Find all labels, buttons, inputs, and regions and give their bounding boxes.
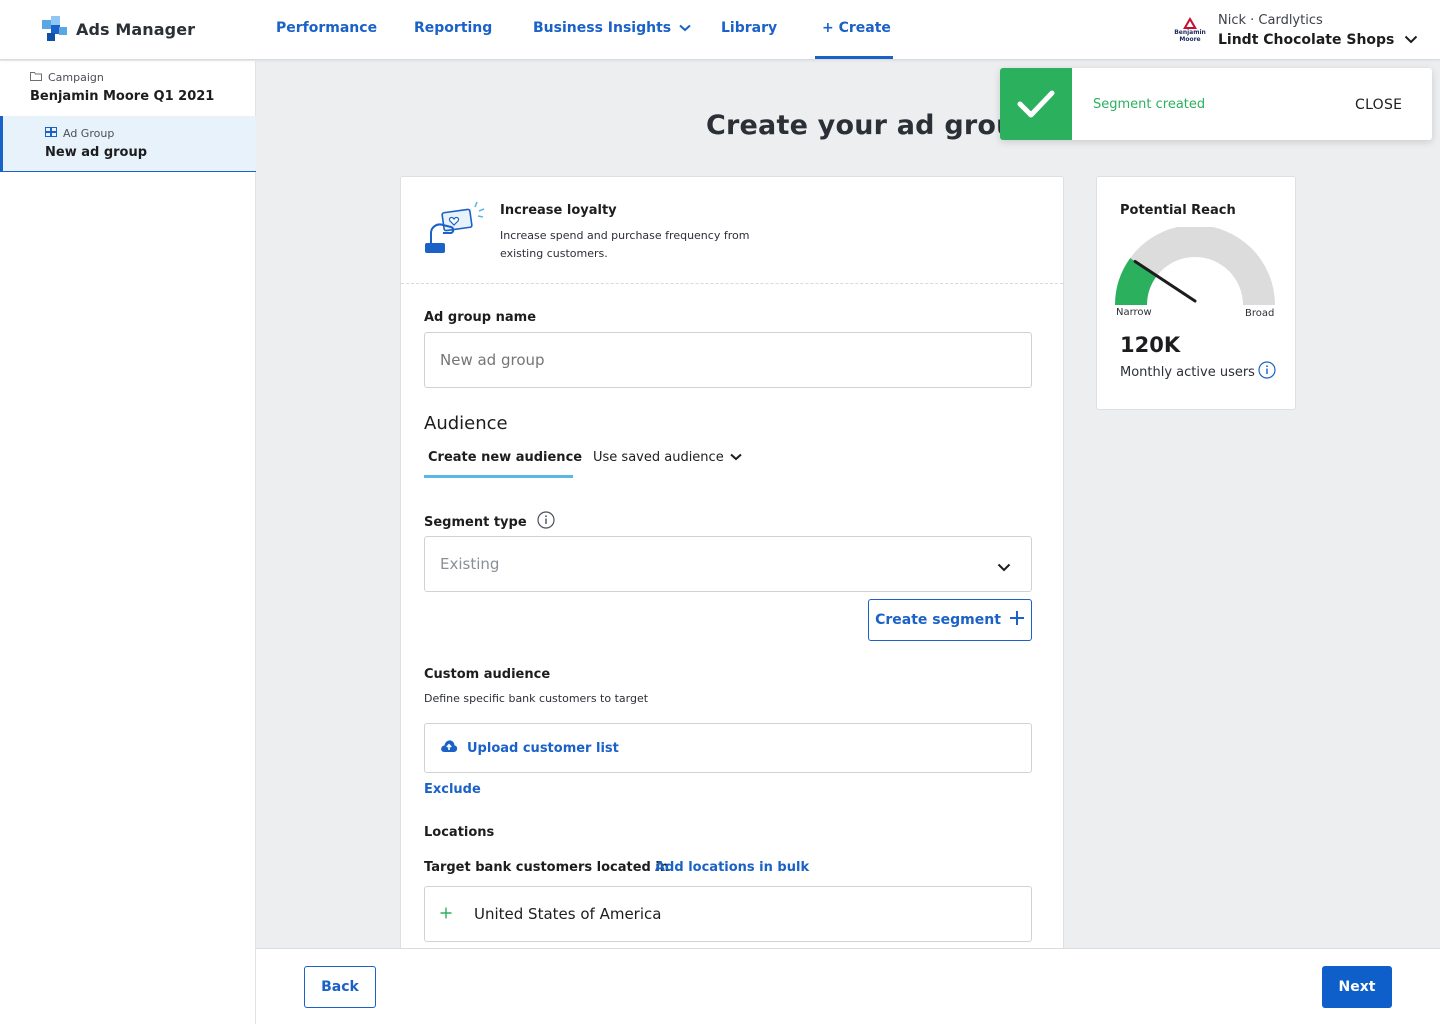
back-button[interactable]: Back bbox=[304, 966, 376, 1008]
goal-title: Increase loyalty bbox=[500, 203, 617, 218]
reach-value: 120K bbox=[1120, 333, 1181, 357]
next-button[interactable]: Next bbox=[1322, 966, 1392, 1008]
active-tab-indicator bbox=[424, 475, 573, 478]
top-navigation-bar: Ads Manager Performance Reporting Busine… bbox=[0, 0, 1440, 60]
sidebar-adgroup-label: Ad Group bbox=[63, 127, 115, 140]
reach-gauge bbox=[1115, 227, 1275, 305]
location-item[interactable]: United States of America bbox=[424, 886, 1032, 942]
segment-type-select[interactable]: Existing bbox=[424, 536, 1032, 592]
chevron-down-icon bbox=[679, 20, 691, 36]
add-locations-in-bulk-link[interactable]: Add locations in bulk bbox=[655, 860, 809, 875]
sidebar-campaign-name: Benjamin Moore Q1 2021 bbox=[30, 89, 215, 104]
create-segment-button[interactable]: Create segment bbox=[868, 599, 1032, 641]
tab-create-new-audience[interactable]: Create new audience bbox=[428, 450, 582, 465]
sidebar-item-ad-group[interactable]: Ad Group New ad group bbox=[0, 116, 256, 172]
nav-business-insights-label: Business Insights bbox=[533, 20, 672, 36]
reach-title: Potential Reach bbox=[1120, 203, 1236, 218]
page-title: Create your ad group bbox=[706, 110, 1036, 141]
sidebar-item-campaign[interactable]: Campaign Benjamin Moore Q1 2021 bbox=[0, 61, 256, 116]
ads-manager-logo-icon bbox=[42, 16, 68, 42]
target-customers-label: Target bank customers located in bbox=[424, 860, 670, 875]
account-name: Lindt Chocolate Shops bbox=[1218, 31, 1395, 48]
segment-type-label-row: Segment type bbox=[424, 511, 555, 533]
segment-type-label: Segment type bbox=[424, 514, 527, 530]
grid-icon bbox=[45, 127, 57, 140]
nav-performance-label: Performance bbox=[276, 20, 378, 36]
nav-reporting-label: Reporting bbox=[414, 20, 493, 36]
sidebar: Campaign Benjamin Moore Q1 2021 Ad Group… bbox=[0, 61, 256, 1024]
gauge-narrow-label: Narrow bbox=[1116, 307, 1152, 318]
logo-text-2: Moore bbox=[1179, 36, 1201, 43]
potential-reach-card: Potential Reach Narrow Broad 120K Monthl… bbox=[1096, 176, 1296, 410]
create-segment-label: Create segment bbox=[875, 612, 1001, 628]
app-logo[interactable]: Ads Manager bbox=[42, 16, 195, 42]
goal-description: Increase spend and purchase frequency fr… bbox=[500, 229, 750, 260]
campaign-goal-header: Increase loyalty Increase spend and purc… bbox=[401, 177, 1063, 284]
upload-customer-list-label: Upload customer list bbox=[467, 740, 619, 756]
chevron-down-icon bbox=[730, 450, 742, 465]
chevron-down-icon bbox=[997, 558, 1011, 576]
nav-performance[interactable]: Performance bbox=[276, 20, 377, 36]
audience-heading: Audience bbox=[424, 413, 508, 434]
gauge-broad-label: Broad bbox=[1245, 308, 1275, 319]
folder-icon bbox=[30, 71, 42, 84]
account-user: Nick · Cardlytics bbox=[1218, 12, 1323, 28]
plus-icon bbox=[1009, 610, 1025, 630]
tab-use-saved-audience-label: Use saved audience bbox=[593, 450, 724, 465]
logo-text-1: Benjamin bbox=[1174, 29, 1206, 36]
exclude-link[interactable]: Exclude bbox=[424, 782, 481, 797]
plus-icon[interactable] bbox=[440, 905, 452, 923]
account-switcher[interactable]: Benjamin Moore Nick · Cardlytics Lindt C… bbox=[1172, 12, 1418, 48]
custom-audience-label: Custom audience bbox=[424, 667, 551, 682]
chevron-down-icon bbox=[1404, 32, 1418, 48]
upload-customer-list-box[interactable]: Upload customer list bbox=[424, 723, 1032, 773]
info-icon[interactable] bbox=[1258, 361, 1276, 383]
nav-create[interactable]: + Create bbox=[822, 20, 891, 36]
adgroup-name-input[interactable] bbox=[424, 332, 1032, 388]
ad-group-form-card: Increase loyalty Increase spend and purc… bbox=[400, 176, 1064, 956]
location-value: United States of America bbox=[474, 905, 662, 923]
sidebar-campaign-label: Campaign bbox=[48, 71, 104, 84]
sidebar-campaign-label-row: Campaign bbox=[30, 71, 256, 84]
sidebar-adgroup-name: New ad group bbox=[45, 145, 148, 160]
nav-library-label: Library bbox=[721, 20, 778, 36]
nav-reporting[interactable]: Reporting bbox=[414, 20, 492, 36]
custom-audience-description: Define specific bank customers to target bbox=[424, 692, 649, 705]
toast-close-button[interactable]: CLOSE bbox=[1355, 97, 1402, 113]
loyalty-illustration-icon bbox=[423, 199, 485, 259]
cloud-upload-icon bbox=[440, 739, 458, 757]
nav-library[interactable]: Library bbox=[721, 20, 777, 36]
benjamin-moore-logo: Benjamin Moore bbox=[1172, 12, 1208, 48]
footer-bar: Back Next bbox=[256, 948, 1440, 1024]
sidebar-adgroup-label-row: Ad Group bbox=[45, 127, 256, 140]
app-title: Ads Manager bbox=[76, 19, 196, 39]
reach-unit: Monthly active users bbox=[1120, 364, 1255, 380]
adgroup-name-label: Ad group name bbox=[424, 310, 537, 325]
checkmark-icon bbox=[1000, 68, 1072, 140]
locations-label: Locations bbox=[424, 825, 495, 840]
success-toast: Segment created CLOSE bbox=[1000, 68, 1432, 140]
segment-type-value: Existing bbox=[440, 555, 500, 573]
tab-use-saved-audience[interactable]: Use saved audience bbox=[593, 450, 742, 465]
nav-create-label: + Create bbox=[822, 20, 891, 36]
reach-unit-row: Monthly active users bbox=[1120, 361, 1276, 383]
toast-message: Segment created bbox=[1093, 97, 1206, 112]
nav-business-insights[interactable]: Business Insights bbox=[533, 20, 691, 36]
info-icon[interactable] bbox=[537, 511, 555, 533]
nav-active-indicator bbox=[815, 56, 893, 59]
account-name-row: Lindt Chocolate Shops bbox=[1218, 32, 1418, 48]
